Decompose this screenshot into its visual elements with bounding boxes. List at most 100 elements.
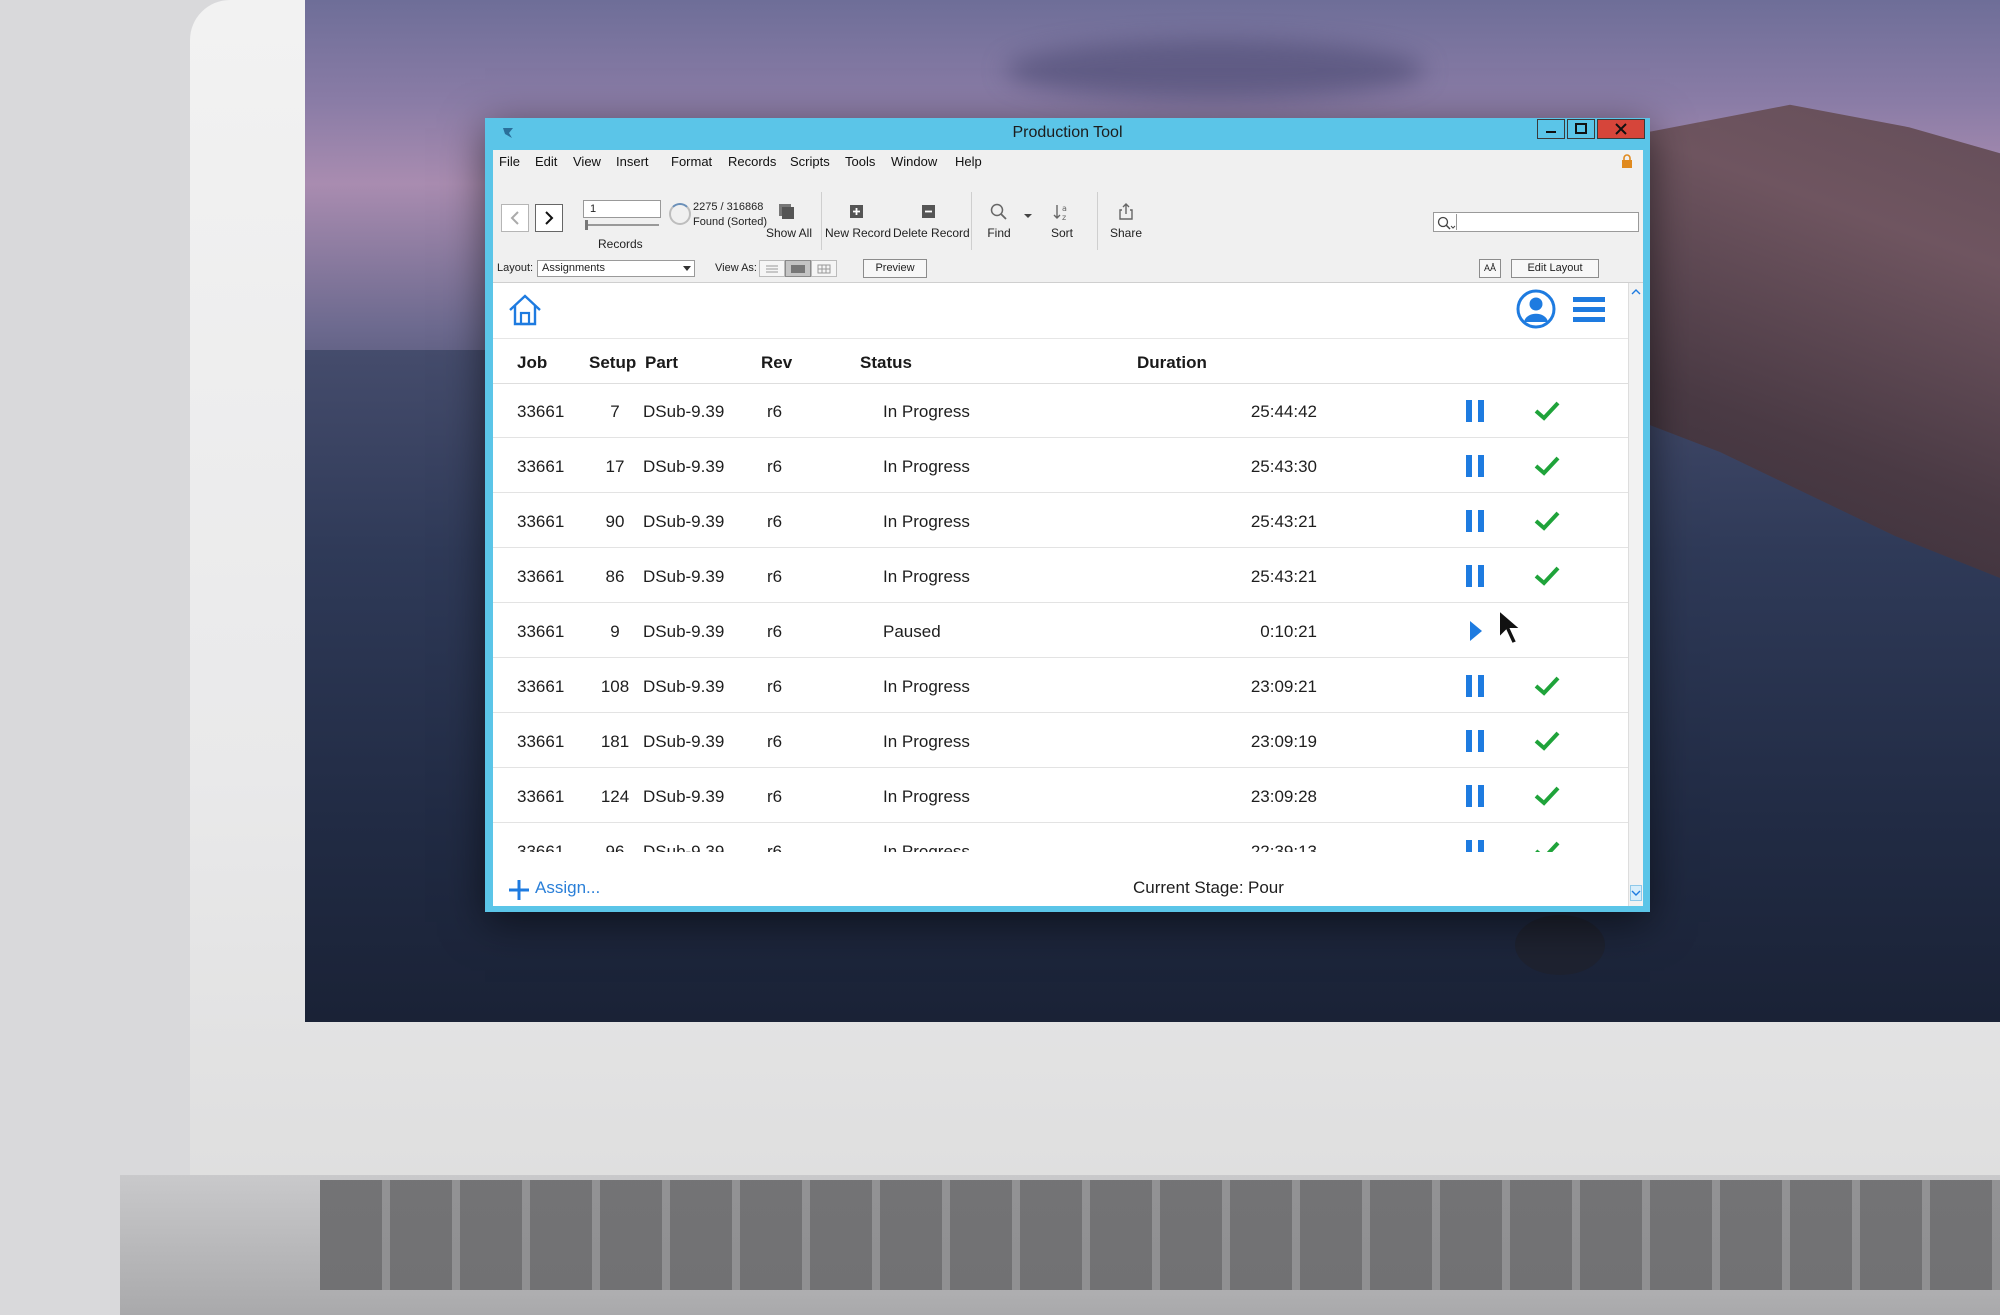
edit-layout-button[interactable]: Edit Layout <box>1511 259 1599 278</box>
view-as-list-button[interactable] <box>785 260 811 277</box>
menu-insert[interactable]: Insert <box>616 154 649 169</box>
menu-tools[interactable]: Tools <box>845 154 875 169</box>
layout-select[interactable]: Assignments <box>537 260 695 277</box>
pause-icon[interactable] <box>1462 398 1488 424</box>
checkmark-icon[interactable] <box>1533 455 1561 477</box>
preview-button[interactable]: Preview <box>863 259 927 278</box>
new-record-button[interactable]: New Record <box>825 200 891 252</box>
table-row[interactable]: 33661 7 DSub-9.39 r6 In Progress 25:44:42 <box>493 384 1628 438</box>
checkmark-icon[interactable] <box>1533 785 1561 807</box>
user-profile-icon[interactable] <box>1516 289 1556 329</box>
menu-file[interactable]: File <box>499 154 520 169</box>
cell-status: In Progress <box>883 457 970 476</box>
form-view-icon <box>766 265 778 273</box>
table-row[interactable]: 33661 96 DSub-9.39 r6 In Progress 22:39:13 <box>493 824 1628 852</box>
checkmark-icon[interactable] <box>1533 675 1561 697</box>
cell-duration: 22:39:13 <box>1250 842 1317 852</box>
close-button[interactable] <box>1597 119 1645 139</box>
play-icon[interactable] <box>1462 618 1488 644</box>
scroll-down-button[interactable] <box>1630 885 1642 901</box>
view-as-form-button[interactable] <box>759 260 785 277</box>
table-row[interactable]: 33661 108 DSub-9.39 r6 In Progress 23:09:21 <box>493 659 1628 713</box>
checkmark-icon[interactable] <box>1533 510 1561 532</box>
font-size-toggle[interactable]: AÅ <box>1479 259 1501 278</box>
vertical-scrollbar[interactable] <box>1628 283 1643 906</box>
pause-icon[interactable] <box>1462 508 1488 534</box>
delete-record-button[interactable]: Delete Record <box>893 200 970 252</box>
close-icon <box>1615 123 1627 135</box>
menu-edit[interactable]: Edit <box>535 154 557 169</box>
cell-duration: 25:43:21 <box>1250 567 1317 586</box>
table-row[interactable]: 33661 17 DSub-9.39 r6 In Progress 25:43:30 <box>493 439 1628 493</box>
cell-duration: 25:44:42 <box>1250 402 1317 421</box>
table-row[interactable]: 33661 9 DSub-9.39 r6 Paused 0:10:21 <box>493 604 1628 658</box>
scroll-down-icon <box>1631 890 1641 896</box>
title-bar[interactable]: Production Tool <box>485 118 1650 146</box>
menu-bar: File Edit View Insert Format Records Scr… <box>493 150 1643 172</box>
minimize-button[interactable] <box>1537 119 1565 139</box>
pause-icon[interactable] <box>1462 673 1488 699</box>
column-header-status[interactable]: Status <box>860 353 912 373</box>
cell-status: In Progress <box>883 732 970 751</box>
scroll-up-icon[interactable] <box>1631 287 1641 297</box>
cell-job: 33661 <box>517 512 565 531</box>
cell-job: 33661 <box>517 402 565 421</box>
menu-records[interactable]: Records <box>728 154 776 169</box>
cell-rev: r6 <box>767 787 783 806</box>
column-header-part[interactable]: Part <box>645 353 678 373</box>
pause-icon[interactable] <box>1462 563 1488 589</box>
table-row[interactable]: 33661 90 DSub-9.39 r6 In Progress 25:43:21 <box>493 494 1628 548</box>
find-dropdown-icon[interactable] <box>1023 212 1033 220</box>
table-row[interactable]: 33661 124 DSub-9.39 r6 In Progress 23:09:28 <box>493 769 1628 823</box>
cell-rev: r6 <box>767 402 783 421</box>
menu-format[interactable]: Format <box>671 154 712 169</box>
column-header-duration[interactable]: Duration <box>1137 353 1207 373</box>
find-button[interactable]: Find <box>975 200 1023 252</box>
cell-status: In Progress <box>883 567 970 586</box>
lock-icon[interactable] <box>1621 154 1633 168</box>
cell-part: DSub-9.39 <box>643 567 725 586</box>
menu-help[interactable]: Help <box>955 154 982 169</box>
menu-scripts[interactable]: Scripts <box>790 154 830 169</box>
found-count-status: Found (Sorted) <box>693 216 767 228</box>
list-view-icon <box>791 265 805 273</box>
checkmark-icon[interactable] <box>1533 400 1561 422</box>
cell-part: DSub-9.39 <box>643 677 725 696</box>
assign-button[interactable]: Assign... <box>535 878 600 898</box>
plus-icon[interactable] <box>507 878 531 902</box>
pause-icon[interactable] <box>1462 453 1488 479</box>
cell-setup: 9 <box>610 622 620 641</box>
next-record-button[interactable] <box>535 204 563 232</box>
view-as-label: View As: <box>715 262 757 274</box>
show-all-button[interactable]: Show All <box>761 200 817 252</box>
menu-window[interactable]: Window <box>891 154 937 169</box>
pause-icon[interactable] <box>1462 783 1488 809</box>
pause-icon[interactable] <box>1462 838 1488 852</box>
cell-status: In Progress <box>883 677 970 696</box>
record-number-input[interactable]: 1 <box>583 200 661 218</box>
checkmark-icon[interactable] <box>1533 565 1561 587</box>
checkmark-icon[interactable] <box>1533 730 1561 752</box>
menu-view[interactable]: View <box>573 154 601 169</box>
column-header-job[interactable]: Job <box>517 353 547 373</box>
mouse-pointer-icon <box>1498 608 1524 646</box>
column-header-rev[interactable]: Rev <box>761 353 792 373</box>
quick-find-input[interactable] <box>1433 212 1639 232</box>
table-row[interactable]: 33661 181 DSub-9.39 r6 In Progress 23:09:19 <box>493 714 1628 768</box>
maximize-button[interactable] <box>1567 119 1595 139</box>
checkmark-icon[interactable] <box>1533 840 1561 852</box>
cell-part: DSub-9.39 <box>643 457 725 476</box>
record-slider[interactable] <box>585 224 659 226</box>
previous-record-button[interactable] <box>501 204 529 232</box>
column-header-setup[interactable]: Setup <box>589 353 636 373</box>
pause-icon[interactable] <box>1462 728 1488 754</box>
share-button[interactable]: Share <box>1101 200 1151 252</box>
cell-rev: r6 <box>767 457 783 476</box>
view-as-table-button[interactable] <box>811 260 837 277</box>
sort-button[interactable]: a z Sort <box>1039 200 1085 252</box>
record-slider-handle[interactable] <box>585 220 588 230</box>
search-icon <box>1437 216 1456 230</box>
home-icon[interactable] <box>507 293 543 327</box>
hamburger-menu-icon[interactable] <box>1571 295 1607 325</box>
table-row[interactable]: 33661 86 DSub-9.39 r6 In Progress 25:43:21 <box>493 549 1628 603</box>
